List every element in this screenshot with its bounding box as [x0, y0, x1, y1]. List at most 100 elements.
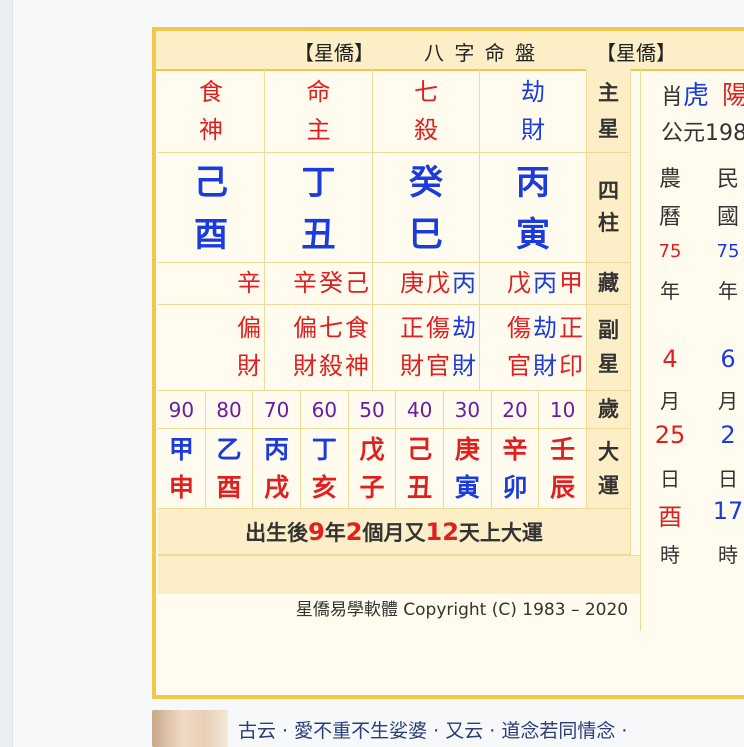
sub-star-char: 劫 [452, 314, 476, 342]
luck-stem: 丙 [264, 435, 290, 464]
title-right: 【星僑】 [596, 41, 676, 65]
luck-pillar-cell: 壬辰 [539, 429, 587, 509]
start-luck-part: 12 [425, 518, 459, 546]
sub-star: 正印 [559, 309, 583, 385]
sub-star-cell: 正財傷官劫財 [373, 305, 480, 391]
pillar-cell: 己酉 [158, 153, 265, 263]
heavenly-stem: 丙 [516, 163, 550, 203]
lunar-date-item: 75 [658, 241, 682, 262]
hidden-stem: 戊 [507, 269, 531, 297]
main-star-char: 財 [521, 116, 545, 144]
zodiac-animal: 虎 [683, 81, 710, 111]
hidden-stem-cell: 庚戊丙 [373, 263, 480, 305]
minguo-date-item: 75 [716, 241, 740, 262]
birth-info-panel: 肖虎 陽 公元198 農曆 75 年 4 月 25 日酉時 民國 75 年 6 月 2 日 17 時 [640, 69, 744, 631]
sub-star-cell: 偏財 [158, 305, 265, 391]
lunar-date-item: 曆 [658, 205, 681, 230]
pillar-cell: 丁丑 [265, 153, 373, 263]
luck-branch: 卯 [502, 473, 528, 502]
luck-age-cell: 90 [158, 391, 206, 429]
pillar-cell: 癸巳 [373, 153, 480, 263]
label-char: 星 [598, 117, 619, 141]
hidden-stem: 辛 [293, 269, 317, 297]
main-star-char: 劫 [521, 78, 545, 106]
sub-star-char: 七 [319, 314, 343, 342]
label-char: 主 [598, 81, 619, 105]
hidden-label: 藏 [587, 263, 631, 305]
luck-label: 大運 [587, 429, 631, 509]
hidden-stem: 辛 [237, 269, 261, 297]
luck-stem: 壬 [550, 435, 576, 464]
lunar-date-item: 25 [654, 421, 686, 449]
luck-age-cell: 60 [301, 391, 349, 429]
chart-filler [158, 555, 640, 594]
minguo-date-item: 時 [718, 543, 738, 567]
sub-star-char: 官 [426, 352, 450, 380]
lunar-date-item: 4 [662, 345, 678, 373]
luck-stem: 庚 [454, 435, 480, 464]
heavenly-stem: 己 [194, 163, 228, 203]
earthly-branch: 丑 [301, 215, 336, 255]
luck-branch: 申 [168, 473, 194, 502]
avatar-image [152, 710, 228, 747]
minguo-date-item: 民 [716, 167, 739, 192]
main-star-cell: 七殺 [373, 69, 480, 153]
sub-star-char: 官 [507, 352, 531, 380]
earthly-branch: 寅 [516, 215, 550, 255]
luck-pillar-cell: 戊子 [348, 429, 397, 509]
sub-star-char: 食 [345, 314, 369, 342]
hidden-stem: 己 [345, 269, 369, 297]
main-star-label: 主星 [587, 69, 631, 153]
minguo-date-item: 17 [712, 497, 744, 525]
lunar-date-item: 月 [660, 389, 680, 413]
pillar-label: 四柱 [587, 153, 631, 263]
luck-age-cell: 10 [539, 391, 587, 429]
sub-star: 正財 [400, 309, 424, 385]
hidden-stem-cell: 戊丙甲 [480, 263, 587, 305]
lunar-date-item: 酉 [658, 503, 682, 531]
hidden-stem: 丙 [533, 269, 557, 297]
sub-star-char: 財 [452, 352, 476, 380]
label-char: 副 [598, 318, 619, 342]
hidden-stem-cell: 辛 [158, 263, 265, 305]
lunar-date-item: 農 [658, 167, 681, 192]
main-star-char: 食 [199, 78, 223, 106]
luck-branch: 亥 [311, 473, 337, 502]
hidden-stem-cell: 辛癸己 [265, 263, 373, 305]
sub-star: 偏財 [293, 309, 317, 385]
luck-branch: 辰 [550, 473, 576, 502]
sub-star: 食神 [345, 309, 369, 385]
copyright-text: 星僑易學軟體 Copyright (C) 1983 – 2020 [295, 600, 629, 620]
start-luck-part: 天上大運 [458, 521, 543, 545]
hidden-stem: 甲 [559, 269, 583, 297]
sub-star-label: 副星 [587, 305, 631, 391]
main-star-cell: 劫財 [480, 69, 587, 153]
heavenly-stem: 丁 [301, 163, 336, 203]
earthly-branch: 巳 [409, 215, 443, 255]
sub-star: 劫財 [452, 309, 476, 385]
age-label: 歲 [587, 391, 631, 429]
luck-pillar-cell: 丁亥 [301, 429, 349, 509]
lunar-date-item: 時 [660, 543, 680, 567]
luck-pillar-cell: 庚寅 [444, 429, 492, 509]
sub-star: 劫財 [533, 309, 557, 385]
sub-star-char: 傷 [507, 314, 531, 342]
main-star-cell: 食神 [158, 69, 265, 153]
bazi-chart-panel: 【星僑】 八 字 命 盤 【星僑】 食神命主七殺劫財主星己酉丁丑癸巳丙寅四柱辛辛… [152, 27, 744, 699]
main-star-char: 殺 [414, 116, 438, 144]
pillar-cell: 丙寅 [480, 153, 587, 263]
minguo-date-item: 月 [718, 389, 738, 413]
start-luck-part: 9 [308, 518, 325, 546]
lunar-date-item: 日 [660, 467, 680, 491]
luck-stem: 戊 [359, 435, 385, 464]
sub-star-char: 財 [237, 352, 261, 380]
luck-stem: 己 [407, 435, 433, 464]
luck-pillar-cell: 辛卯 [491, 429, 540, 509]
label-char: 四 [598, 179, 619, 203]
luck-age-cell: 80 [205, 391, 254, 429]
sub-star-char: 傷 [426, 314, 450, 342]
hidden-stem: 丙 [452, 269, 476, 297]
luck-age-cell: 40 [396, 391, 444, 429]
luck-age-cell: 70 [253, 391, 301, 429]
luck-stem: 丁 [311, 435, 337, 464]
